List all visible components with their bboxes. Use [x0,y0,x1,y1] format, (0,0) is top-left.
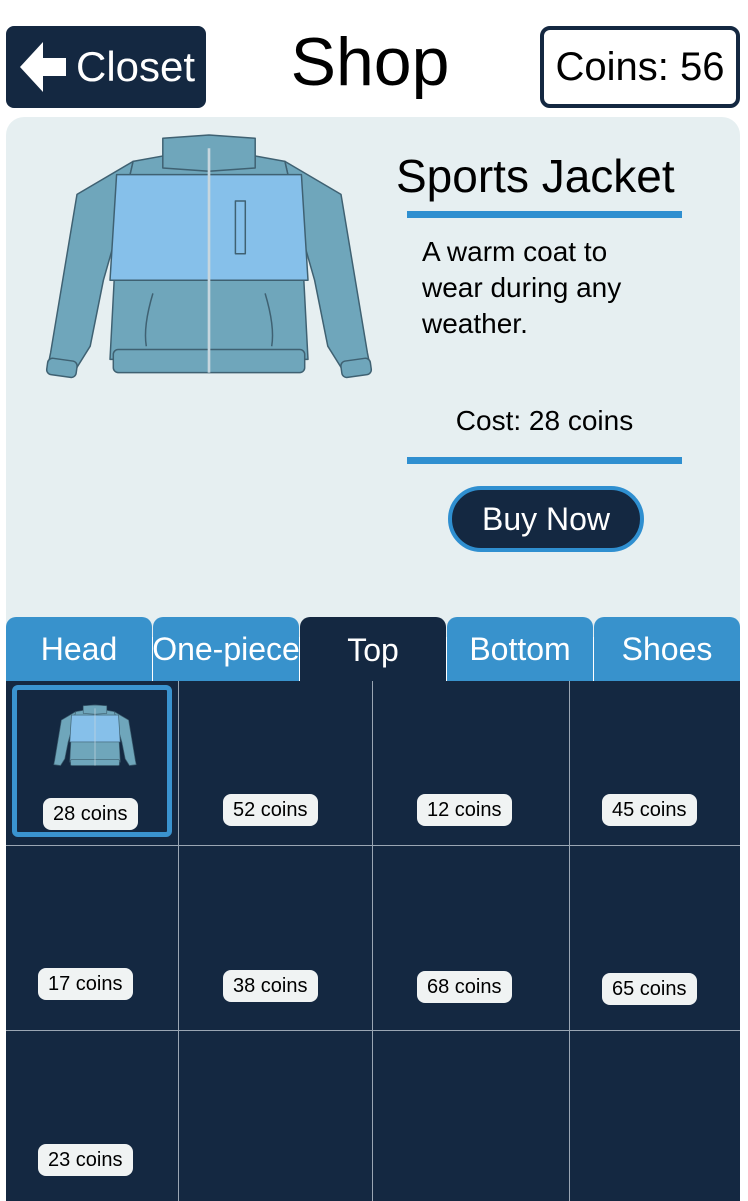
price-tag: 68 coins [417,971,512,1003]
price-tag: 38 coins [223,970,318,1002]
price-tag: 52 coins [223,794,318,826]
jacket-icon [53,704,137,766]
coins-balance: Coins: 56 [540,26,740,108]
jacket-icon [45,134,373,379]
empty-slot [179,1031,372,1201]
cost-divider [407,457,682,464]
shop-item[interactable]: 17 coins [6,846,178,1030]
shop-item[interactable]: 38 coins [179,846,372,1030]
tab-head[interactable]: Head [6,617,152,681]
tab-shoes[interactable]: Shoes [594,617,740,681]
price-tag: 28 coins [43,798,138,830]
price-tag: 12 coins [417,794,512,826]
item-description: A warm coat to wear during any weather. [422,236,622,339]
shop-item[interactable]: 68 coins [373,846,569,1030]
shop-item[interactable]: 23 coins [6,1031,178,1201]
item-cost: Cost: 28 coins [455,405,634,436]
price-tag: 45 coins [602,794,697,826]
shop-item[interactable]: 12 coins [373,681,569,845]
shop-item-selected[interactable]: 28 coins [12,685,172,837]
tab-bottom[interactable]: Bottom [447,617,593,681]
empty-slot [373,1031,569,1201]
price-tag: 65 coins [602,973,697,1005]
tab-top[interactable]: Top [300,617,446,683]
shop-item[interactable]: 45 coins [570,681,740,845]
tab-one-piece[interactable]: One-piece [152,617,300,681]
price-tag: 23 coins [38,1144,133,1176]
empty-slot [570,1031,740,1201]
item-name: Sports Jacket [396,150,675,202]
item-grid: 28 coins 52 coins 12 coins 45 coins 17 c… [6,681,740,1201]
name-divider [407,211,682,218]
shop-item[interactable]: 65 coins [570,846,740,1030]
price-tag: 17 coins [38,968,133,1000]
buy-now-button[interactable]: Buy Now [448,486,644,552]
shop-item[interactable]: 52 coins [179,681,372,845]
